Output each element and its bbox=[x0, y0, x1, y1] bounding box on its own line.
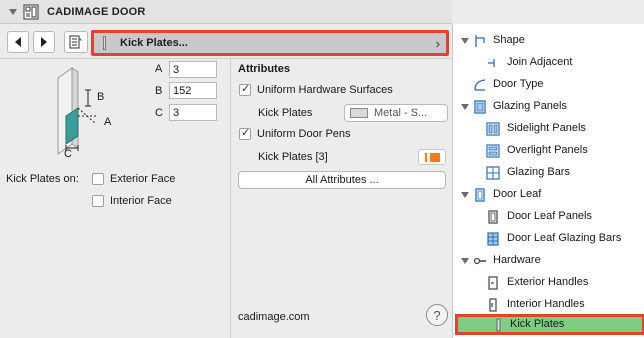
diagram-label-c: C bbox=[64, 148, 72, 160]
tree-item-label: Door Leaf bbox=[493, 188, 542, 200]
glazing-bars-icon bbox=[486, 166, 500, 180]
uniform-door-pens-label: Uniform Door Pens bbox=[257, 128, 351, 140]
diagram-label-a: A bbox=[104, 116, 112, 128]
shape-icon bbox=[475, 35, 485, 47]
tree-item-door-leaf[interactable]: Door Leaf bbox=[453, 184, 644, 206]
page-tree: Shape Join Adjacent Door Type Glazing Pa… bbox=[452, 24, 644, 338]
attributes-heading: Attributes bbox=[238, 63, 290, 75]
door-leaf-icon bbox=[475, 188, 485, 202]
tree-item-glazing-panels[interactable]: Glazing Panels bbox=[453, 96, 644, 118]
dimension-c-label: C bbox=[155, 107, 163, 119]
door-type-icon bbox=[474, 79, 486, 91]
tree-item-label: Door Leaf Glazing Bars bbox=[507, 232, 622, 244]
cadimage-link[interactable]: cadimage.com bbox=[238, 311, 310, 323]
help-button[interactable]: ? bbox=[426, 304, 448, 326]
expand-triangle-icon[interactable] bbox=[461, 38, 469, 44]
tree-item-label: Kick Plates bbox=[510, 318, 565, 330]
page-selector-label: Kick Plates... bbox=[120, 37, 188, 49]
panel-header: CADIMAGE DOOR bbox=[0, 0, 452, 24]
next-page-button[interactable] bbox=[33, 31, 55, 53]
door-leaf-panels-icon bbox=[488, 210, 498, 224]
interior-face-checkbox[interactable] bbox=[92, 195, 104, 207]
tree-item-door-type[interactable]: Door Type bbox=[453, 74, 644, 96]
kick-plates-pen-button[interactable] bbox=[418, 149, 446, 165]
panel-title: CADIMAGE DOOR bbox=[47, 5, 146, 18]
collapse-triangle-icon[interactable] bbox=[9, 8, 17, 15]
door-leaf-glazing-bars-icon bbox=[487, 232, 499, 246]
tree-item-label: Overlight Panels bbox=[507, 144, 588, 156]
arrow-right-icon bbox=[41, 37, 47, 47]
material-value: Metal - S... bbox=[374, 107, 428, 119]
expand-triangle-icon[interactable] bbox=[461, 192, 469, 198]
tree-item-hardware[interactable]: Hardware bbox=[453, 250, 644, 272]
tree-item-label: Door Leaf Panels bbox=[507, 210, 592, 222]
dimension-a-input[interactable] bbox=[169, 61, 217, 78]
tree-item-overlight-panels[interactable]: Overlight Panels bbox=[453, 140, 644, 162]
tree-item-door-leaf-panels[interactable]: Door Leaf Panels bbox=[453, 206, 644, 228]
interior-face-label: Interior Face bbox=[110, 195, 172, 207]
kick-plates-material-picker[interactable]: Metal - S... bbox=[344, 104, 448, 122]
exterior-face-checkbox[interactable] bbox=[92, 173, 104, 185]
tree-item-shape[interactable]: Shape bbox=[453, 30, 644, 52]
tree-item-sidelight-panels[interactable]: Sidelight Panels bbox=[453, 118, 644, 140]
kick-plate-icon bbox=[103, 36, 106, 50]
tree-item-label: Join Adjacent bbox=[507, 56, 573, 68]
exterior-handles-icon bbox=[488, 276, 498, 290]
dimension-a-label: A bbox=[155, 63, 163, 75]
tree-item-label: Sidelight Panels bbox=[507, 122, 586, 134]
tree-item-label: Glazing Bars bbox=[507, 166, 570, 178]
section-divider bbox=[0, 58, 452, 59]
nav-row: Kick Plates... › bbox=[0, 28, 452, 58]
dimension-b-label: B bbox=[155, 85, 163, 97]
dimension-b-input[interactable] bbox=[169, 82, 217, 99]
kick-plates-on-label: Kick Plates on: bbox=[6, 173, 79, 185]
tree-item-label: Hardware bbox=[493, 254, 541, 266]
tree-item-glazing-bars[interactable]: Glazing Bars bbox=[453, 162, 644, 184]
diagram-label-b: B bbox=[97, 91, 105, 103]
settings-panel: CADIMAGE DOOR Kick Plates... › B A C A 3… bbox=[0, 0, 452, 338]
column-divider bbox=[230, 58, 231, 338]
tree-item-door-leaf-glazing-bars[interactable]: Door Leaf Glazing Bars bbox=[453, 228, 644, 250]
pen-fill-icon bbox=[429, 152, 440, 162]
tree-item-label: Shape bbox=[493, 34, 525, 46]
uniform-hardware-surfaces-checkbox[interactable] bbox=[239, 82, 251, 96]
kick-plates-pen-label: Kick Plates [3] bbox=[258, 151, 328, 163]
page-info-button[interactable] bbox=[64, 31, 88, 53]
kick-plate-icon bbox=[496, 318, 501, 332]
tree-item-label: Glazing Panels bbox=[493, 100, 567, 112]
overlight-panels-icon bbox=[486, 144, 500, 158]
door-settings-icon bbox=[23, 4, 39, 19]
dimension-c-input[interactable] bbox=[169, 104, 217, 121]
pen-line-icon bbox=[424, 152, 427, 162]
tree-item-label: Door Type bbox=[493, 78, 544, 90]
tree-item-label: Interior Handles bbox=[507, 298, 585, 310]
sidelight-panels-icon bbox=[486, 122, 500, 136]
tree-item-kick-plates[interactable]: Kick Plates bbox=[455, 314, 644, 335]
kick-plate-diagram bbox=[57, 67, 97, 155]
all-attributes-button[interactable]: All Attributes ... bbox=[238, 171, 446, 189]
expand-triangle-icon[interactable] bbox=[461, 104, 469, 110]
tree-item-exterior-handles[interactable]: Exterior Handles bbox=[453, 272, 644, 294]
hardware-icon bbox=[473, 257, 486, 265]
page-selector-dropdown[interactable]: Kick Plates... › bbox=[91, 30, 449, 56]
uniform-door-pens-checkbox[interactable] bbox=[239, 126, 251, 140]
glazing-panels-icon bbox=[474, 100, 486, 114]
interior-handles-icon bbox=[489, 298, 497, 312]
tree-item-label: Exterior Handles bbox=[507, 276, 589, 288]
arrow-left-icon bbox=[15, 37, 21, 47]
kick-plates-material-label: Kick Plates bbox=[258, 107, 313, 119]
expand-triangle-icon[interactable] bbox=[461, 258, 469, 264]
material-swatch-icon bbox=[350, 108, 368, 118]
exterior-face-label: Exterior Face bbox=[110, 173, 176, 185]
document-pencil-icon bbox=[69, 35, 82, 49]
tree-item-join-adjacent[interactable]: Join Adjacent bbox=[453, 52, 644, 74]
uniform-hardware-surfaces-label: Uniform Hardware Surfaces bbox=[257, 84, 393, 96]
tree-item-interior-handles[interactable]: Interior Handles bbox=[453, 294, 644, 316]
join-adjacent-icon bbox=[488, 59, 495, 67]
previous-page-button[interactable] bbox=[7, 31, 29, 53]
chevron-right-icon: › bbox=[435, 35, 440, 51]
